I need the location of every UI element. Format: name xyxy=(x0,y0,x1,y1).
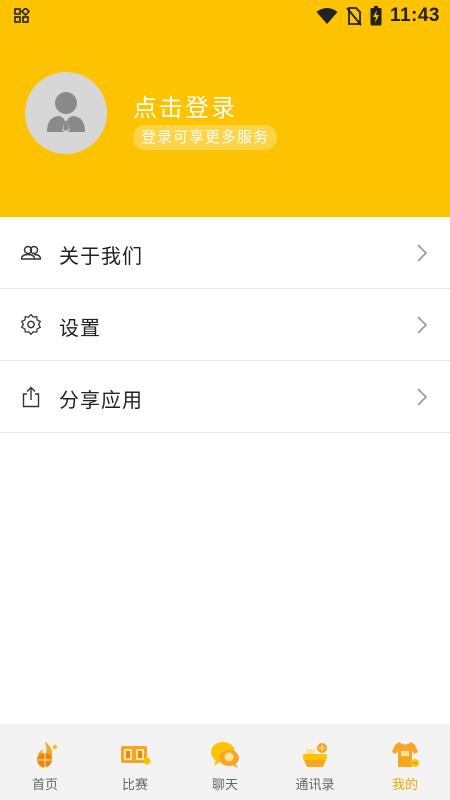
contacts-icon xyxy=(303,743,327,767)
tab-label: 首页 xyxy=(31,778,58,793)
tab-chat[interactable]: 聊天 xyxy=(180,724,270,800)
jersey-icon xyxy=(392,742,419,767)
no-sim-icon xyxy=(346,7,362,26)
menu-item-label: 关于我们 xyxy=(59,244,143,268)
status-time: 11:43 xyxy=(389,5,440,26)
tab-match[interactable]: 比赛 xyxy=(90,724,180,800)
tab-label: 通讯录 xyxy=(295,778,335,793)
share-icon xyxy=(22,386,40,408)
menu-item-label: 设置 xyxy=(59,316,101,340)
tab-mine[interactable]: 我的 xyxy=(360,724,450,800)
menu-item-share-app[interactable]: 分享应用 xyxy=(0,361,450,433)
gear-icon xyxy=(21,314,41,335)
menu-item-settings[interactable]: 设置 xyxy=(0,289,450,361)
chat-bubbles-icon xyxy=(211,742,239,768)
wifi-icon xyxy=(316,8,338,24)
scoreboard-icon xyxy=(121,746,151,765)
menu-item-label: 分享应用 xyxy=(59,388,143,412)
tab-label: 我的 xyxy=(391,778,418,793)
people-icon xyxy=(20,245,42,260)
user-silhouette-icon xyxy=(47,92,85,133)
status-bar: 11:43 xyxy=(0,0,450,32)
profile-header: 11:43 点击登录 登录可享更多服务 xyxy=(0,0,450,217)
login-subtitle-badge: 登录可享更多服务 xyxy=(133,125,278,150)
battery-charging-icon xyxy=(370,6,382,26)
menu-item-about-us[interactable]: 关于我们 xyxy=(0,217,450,289)
tab-home[interactable]: 首页 xyxy=(0,724,90,800)
home-basketball-icon xyxy=(36,741,58,768)
settings-menu: 关于我们 设置 分享应用 xyxy=(0,217,450,433)
chevron-right-icon xyxy=(417,244,428,262)
tab-label: 比赛 xyxy=(121,778,148,793)
bottom-tab-bar: 首页 比赛 聊天 通讯录 我的 xyxy=(0,724,450,800)
tab-label: 聊天 xyxy=(211,778,238,793)
tab-contacts[interactable]: 通讯录 xyxy=(270,724,360,800)
login-title[interactable]: 点击登录 xyxy=(133,88,237,123)
avatar[interactable] xyxy=(25,72,107,154)
notification-app-icon xyxy=(14,8,30,23)
chevron-right-icon xyxy=(417,316,428,334)
chevron-right-icon xyxy=(417,388,428,406)
